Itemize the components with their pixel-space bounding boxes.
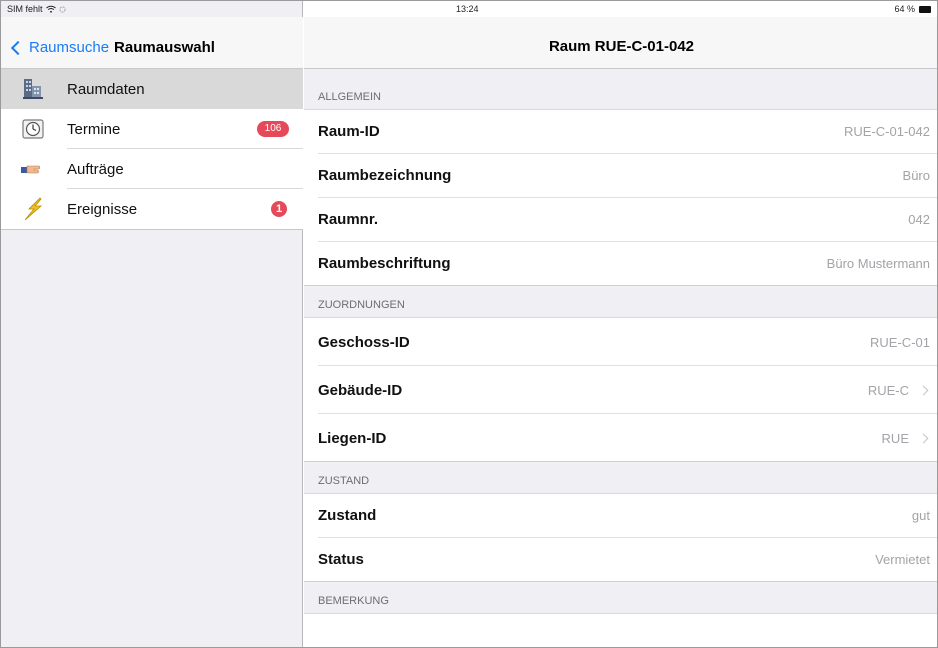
clock-icon [22,119,44,139]
menu-item-label: Termine [67,121,121,138]
row-label: Liegen-ID [318,430,387,447]
back-button-label: Raumsuche [29,39,110,56]
carrier-text: SIM fehlt [7,4,43,14]
row-liegen-id[interactable]: Liegen-ID RUE [304,414,937,462]
menu-item-ereignisse[interactable]: Ereignisse 1 [1,189,303,229]
row-raumbezeichnung[interactable]: Raumbezeichnung Büro [304,154,937,198]
row-label: Geschoss-ID [318,334,410,351]
row-value: Büro Mustermann [826,256,930,271]
row-value: Büro [902,168,930,183]
menu-item-label: Ereignisse [67,201,138,218]
building-icon [23,79,43,99]
detail-navigation-bar: Raum RUE-C-01-042 [304,17,937,69]
events-count-badge: 1 [271,201,287,217]
row-zustand[interactable]: Zustand gut [304,494,937,538]
row-raumnr[interactable]: Raumnr. 042 [304,198,937,242]
detail-title: Raum RUE-C-01-042 [548,38,695,55]
clock-text: 13:24 [456,4,479,14]
status-bar-left: SIM fehlt [7,4,66,14]
row-label: Status [318,551,364,568]
menu-item-label: Aufträge [67,161,124,178]
row-label: Raum-ID [318,123,380,140]
status-bar-right: 64 % [894,4,931,14]
battery-percentage: 64 % [894,4,915,14]
row-gebaeude-id[interactable]: Gebäude-ID RUE-C [304,366,937,414]
detail-pane: Raum RUE-C-01-042 ALLGEMEIN Raum-ID RUE-… [304,1,937,647]
activity-spinner-icon [58,5,66,13]
battery-icon [919,5,931,13]
row-value: RUE-C-01-042 [844,124,930,139]
section-header-zuordnungen: ZUORDNUNGEN [304,286,937,318]
row-label: Raumnr. [318,211,379,228]
row-status[interactable]: Status Vermietet [304,538,937,582]
row-raum-id[interactable]: Raum-ID RUE-C-01-042 [304,110,937,154]
row-value: Vermietet [875,552,930,567]
row-label: Raumbeschriftung [318,255,451,272]
row-value: 042 [908,212,930,227]
row-value: gut [911,508,930,523]
master-pane: Raumsuche Raumauswahl Raumdaten Termine … [1,1,303,647]
appointments-count-badge: 106 [257,121,289,137]
master-title: Raumauswahl [114,39,215,56]
row-raumbeschriftung[interactable]: Raumbeschriftung Büro Mustermann [304,242,937,286]
row-geschoss-id[interactable]: Geschoss-ID RUE-C-01 [304,318,937,366]
section-header-allgemein: ALLGEMEIN [304,69,937,110]
room-details: ALLGEMEIN Raum-ID RUE-C-01-042 Raumbezei… [304,69,937,614]
row-value: RUE-C-01 [870,335,930,350]
row-label: Gebäude-ID [318,382,403,399]
row-value: RUE-C [867,383,909,398]
divider [304,461,937,462]
row-label: Raumbezeichnung [318,167,452,184]
wifi-icon [45,5,56,13]
status-bar: SIM fehlt 13:24 64 % [1,1,937,17]
chevron-left-icon [10,40,26,56]
room-menu: Raumdaten Termine 106 Aufträge Ereigniss… [1,69,303,230]
section-header-bemerkung: BEMERKUNG [304,582,937,614]
row-label: Zustand [318,507,377,524]
master-navigation-bar: Raumsuche Raumauswahl [1,17,303,69]
ipad-screen: Raumsuche Raumauswahl Raumdaten Termine … [0,0,938,648]
menu-item-auftraege[interactable]: Aufträge [1,149,303,189]
menu-item-raumdaten[interactable]: Raumdaten [1,69,303,109]
chevron-right-icon [918,433,929,444]
lightning-icon [24,197,43,221]
divider [304,581,937,582]
menu-item-label: Raumdaten [67,81,145,98]
section-header-zustand: ZUSTAND [304,462,937,494]
divider [304,285,937,286]
row-value: RUE [881,431,909,446]
back-button[interactable]: Raumsuche Raumauswahl [10,39,215,56]
pointing-hand-icon [21,165,40,174]
menu-item-termine[interactable]: Termine 106 [1,109,303,149]
chevron-right-icon [918,385,929,396]
divider [1,229,303,230]
